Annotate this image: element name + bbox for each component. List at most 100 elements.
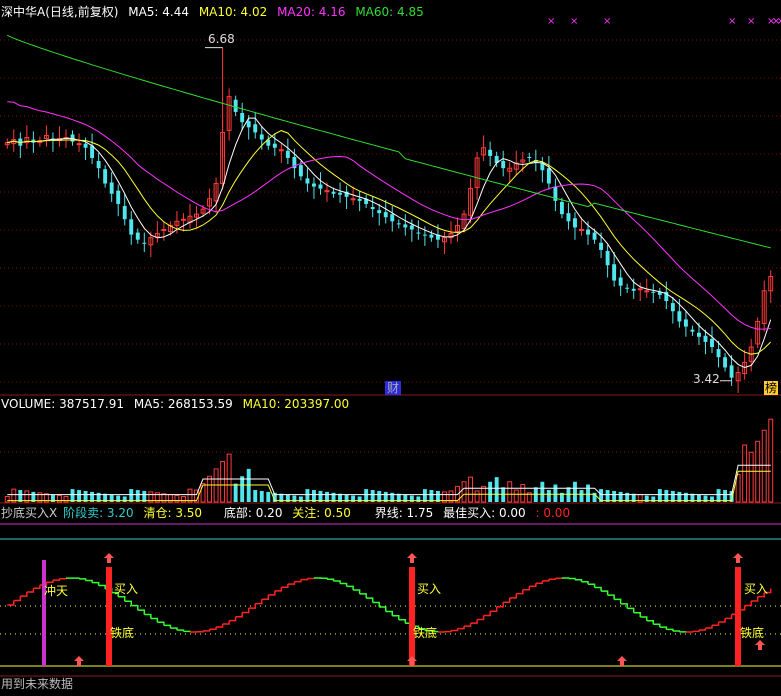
volume-bar <box>364 489 368 502</box>
buy-bar <box>409 567 415 666</box>
buy-arrow-icon <box>407 656 417 666</box>
candle-body <box>632 289 636 291</box>
volume-bar <box>305 489 309 502</box>
buy-arrow-icon <box>755 640 765 650</box>
volume-bar <box>475 491 479 502</box>
candle-body <box>684 319 688 326</box>
volume-bar <box>12 489 16 502</box>
candle-body <box>580 229 584 230</box>
ma60-line <box>7 35 770 248</box>
candle-body <box>423 235 427 236</box>
indicator-header: 抄底买入X 阶段卖: 3.20 清仓: 3.50 底部: 0.20 关注: 0.… <box>1 506 576 520</box>
ma60-legend: MA60: 4.85 <box>355 5 423 19</box>
indicator-step <box>608 595 615 599</box>
volume-value: VOLUME: 387517.91 <box>1 397 124 411</box>
signal-chongtian-label: 冲天 <box>44 584 68 598</box>
indicator-focus: 关注: 0.50 <box>292 506 351 520</box>
volume-bar <box>547 490 551 502</box>
candle-body <box>142 243 146 244</box>
indicator-step <box>523 586 530 589</box>
indicator-step <box>640 617 647 621</box>
indicator-step <box>725 614 732 618</box>
indicator-step <box>216 624 223 627</box>
indicator-step <box>399 620 406 624</box>
candle-body <box>84 144 88 148</box>
candle-body <box>560 202 564 214</box>
indicator-step <box>379 607 386 611</box>
indicator-step <box>151 619 158 623</box>
indicator-step <box>516 590 523 594</box>
indicator-step <box>444 630 451 631</box>
candle-body <box>501 161 505 168</box>
indicator-step <box>334 581 341 583</box>
volume-bar <box>416 496 420 502</box>
volume-bar <box>762 430 766 502</box>
volume-bar <box>769 419 773 502</box>
candle-body <box>332 192 336 194</box>
indicator-step <box>14 596 21 600</box>
ma5-line <box>7 118 770 367</box>
volume-bar <box>710 496 714 502</box>
volume-bar <box>580 490 584 502</box>
indicator-step <box>255 599 262 603</box>
candle-body <box>358 199 362 201</box>
candle-body <box>410 225 414 229</box>
candle-body <box>390 214 394 221</box>
candle-body <box>606 251 610 265</box>
volume-bar <box>201 484 205 502</box>
volume-bar <box>508 482 512 502</box>
indicator-step <box>327 579 334 581</box>
candle-body <box>377 210 381 213</box>
high-price-label: 6.68 <box>208 32 235 46</box>
candle-body <box>286 151 290 158</box>
candle-body <box>690 330 694 332</box>
indicator-step <box>131 606 138 610</box>
indicator-step <box>575 580 582 582</box>
indicator-step <box>712 622 719 625</box>
candle-body <box>697 333 701 337</box>
candle-body <box>488 150 492 156</box>
volume-bar <box>221 462 225 502</box>
indicator-step <box>562 578 569 579</box>
indicator-step <box>79 579 86 581</box>
volume-bar <box>240 476 244 502</box>
indicator-step <box>197 631 204 632</box>
indicator-step <box>53 579 60 580</box>
indicator-step <box>347 586 354 590</box>
volume-bar <box>234 484 238 502</box>
indicator-step <box>144 614 151 618</box>
indicator-step <box>484 611 491 615</box>
candle-body <box>625 288 629 289</box>
indicator-step <box>497 602 504 606</box>
indicator-stage-sell: 阶段卖: 3.20 <box>63 506 134 520</box>
candle-body <box>566 213 570 221</box>
volume-ma10: MA10: 203397.00 <box>243 397 350 411</box>
volume-bar <box>208 476 212 502</box>
bang-marker[interactable]: 榜 <box>764 381 778 395</box>
cai-marker[interactable]: 财 <box>385 381 401 395</box>
indicator-step <box>699 628 706 630</box>
candle-body <box>586 229 590 234</box>
volume-bar <box>521 485 525 502</box>
candle-body <box>704 336 708 342</box>
buy-bar <box>106 567 112 666</box>
indicator-step <box>660 627 667 629</box>
indicator-step <box>170 628 177 630</box>
indicator-step <box>568 579 575 580</box>
main-header: 深中华A(日线,前复权) MA5: 4.44 MA10: 4.02 MA20: … <box>1 5 430 19</box>
candle-body <box>273 144 277 148</box>
indicator-step <box>294 580 301 582</box>
indicator-step <box>647 621 654 624</box>
indicator-step <box>582 582 589 585</box>
volume-bar <box>227 454 231 502</box>
candle-body <box>123 206 127 219</box>
candle-body <box>384 212 388 217</box>
indicator-step <box>595 587 602 591</box>
candle-body <box>403 224 407 227</box>
volume-ma5-line <box>7 465 770 494</box>
indicator-step <box>33 585 40 588</box>
volume-bar <box>462 482 466 502</box>
ma10-legend: MA10: 4.02 <box>199 5 267 19</box>
indicator-step <box>183 631 190 632</box>
indicator-step <box>366 598 373 602</box>
